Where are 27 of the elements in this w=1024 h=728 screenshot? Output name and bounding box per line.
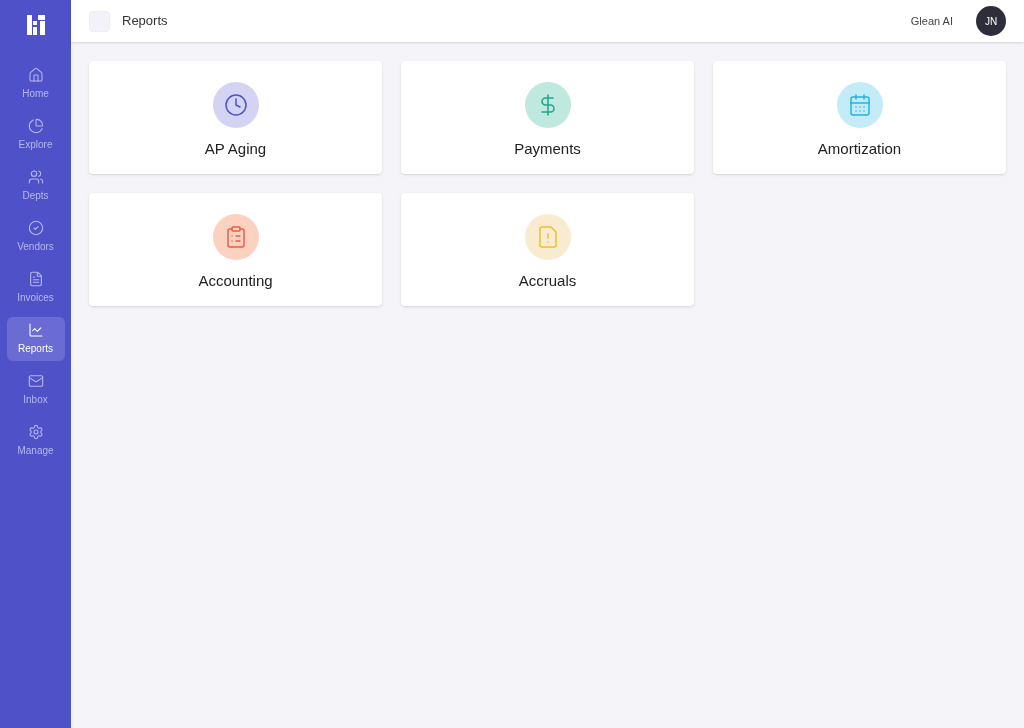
sidebar-item[interactable]: Inbox bbox=[6, 368, 65, 412]
report-card[interactable]: Accounting bbox=[89, 193, 382, 306]
sidebar-item[interactable]: Invoices bbox=[6, 266, 65, 310]
logo-icon bbox=[26, 15, 45, 35]
sidebar-item[interactable]: Explore bbox=[6, 113, 65, 157]
sidebar-item[interactable]: Vendors bbox=[6, 215, 65, 259]
line-chart-icon bbox=[27, 322, 44, 338]
glean-ai-link[interactable]: Glean AI bbox=[910, 12, 953, 30]
sidebar-item[interactable]: Home bbox=[6, 62, 65, 106]
pie-chart-icon bbox=[27, 118, 44, 134]
report-card[interactable]: Accruals bbox=[401, 193, 694, 306]
mail-icon bbox=[27, 373, 44, 389]
people-icon bbox=[27, 169, 44, 185]
document-icon bbox=[27, 271, 44, 287]
settings-icon bbox=[27, 424, 44, 440]
report-card[interactable]: Payments bbox=[401, 61, 694, 174]
check-circle-icon bbox=[27, 220, 44, 236]
sidebar-item[interactable]: Manage bbox=[6, 419, 65, 463]
sidebar-item[interactable]: Depts bbox=[6, 164, 65, 208]
calendar-icon bbox=[847, 93, 872, 117]
clock-icon bbox=[223, 93, 248, 117]
sidebar-item[interactable]: Reports bbox=[6, 317, 65, 361]
home-icon bbox=[27, 67, 44, 83]
page-title: Reports bbox=[122, 12, 168, 31]
user-avatar[interactable]: JN bbox=[976, 6, 1006, 36]
report-card[interactable]: Amortization bbox=[713, 61, 1006, 174]
report-card[interactable]: AP Aging bbox=[89, 61, 382, 174]
